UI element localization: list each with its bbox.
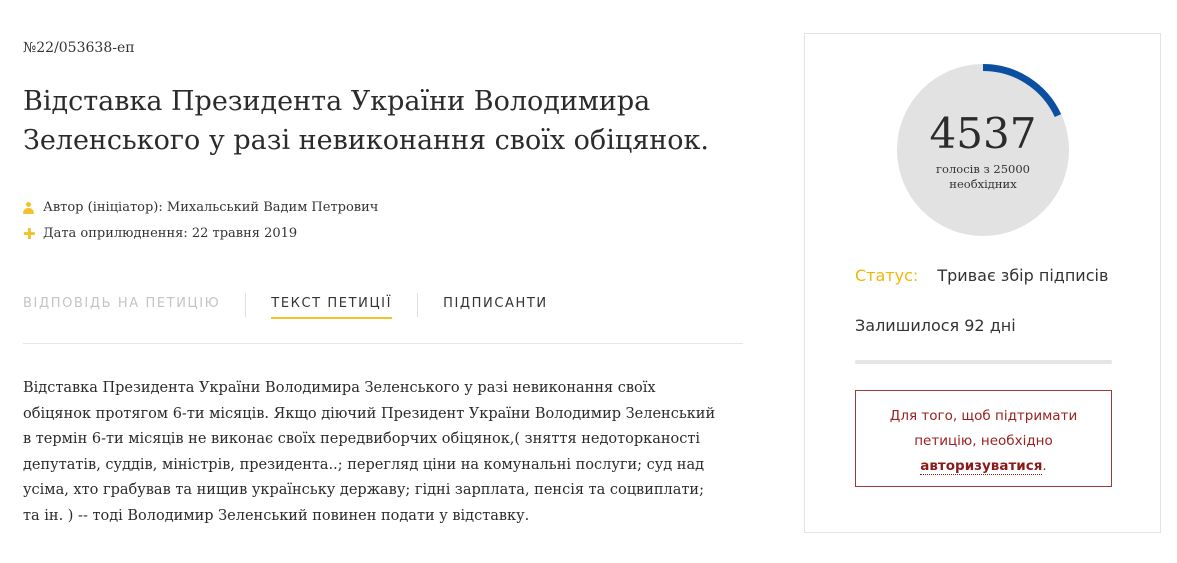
date-text: Дата оприлюднення: 22 травня 2019 [43, 226, 298, 241]
auth-notice: Для того, щоб підтримати петицію, необхі… [855, 390, 1112, 487]
status-row: Статус: Триває збір підписів [855, 266, 1108, 285]
user-icon [23, 201, 34, 214]
status-label: Статус: [855, 266, 919, 285]
signature-sidebar: 4537 голосів з 25000 необхідних Статус: … [804, 33, 1161, 533]
author-text: Автор (ініціатор): Михальський Вадим Пет… [43, 200, 379, 215]
author-row: Автор (ініціатор): Михальський Вадим Пет… [23, 200, 378, 215]
page-title: Відставка Президента України Володимира … [23, 86, 709, 156]
tab-divider [417, 293, 419, 317]
vote-counter: 4537 голосів з 25000 необхідних [897, 64, 1069, 236]
tab-divider [245, 293, 247, 317]
tab-signers[interactable]: Підписанти [443, 288, 548, 317]
petition-number: №22/053638-еп [23, 40, 135, 56]
petition-body: Відставка Президента України Володимира … [23, 380, 716, 524]
login-link[interactable]: авторизуватися [920, 458, 1043, 475]
plus-icon: ✚ [23, 224, 36, 243]
auth-notice-end: . [1042, 458, 1047, 474]
days-remaining: Залишилося 92 дні [855, 316, 1016, 335]
status-value: Триває збір підписів [937, 266, 1109, 285]
auth-notice-text: Для того, щоб підтримати петицію, необхі… [889, 408, 1078, 449]
time-progress-bar [855, 360, 1112, 364]
vote-caption: голосів з 25000 необхідних [936, 162, 1030, 191]
tab-petition-text[interactable]: Текст петиції [271, 288, 393, 319]
petition-tabs: Відповідь на петицію Текст петиції Підпи… [23, 288, 743, 344]
date-row: ✚ Дата оприлюднення: 22 травня 2019 [23, 226, 297, 241]
vote-count: 4537 [929, 109, 1037, 158]
time-progress-fill [855, 360, 1112, 364]
tab-answer[interactable]: Відповідь на петицію [23, 288, 220, 317]
